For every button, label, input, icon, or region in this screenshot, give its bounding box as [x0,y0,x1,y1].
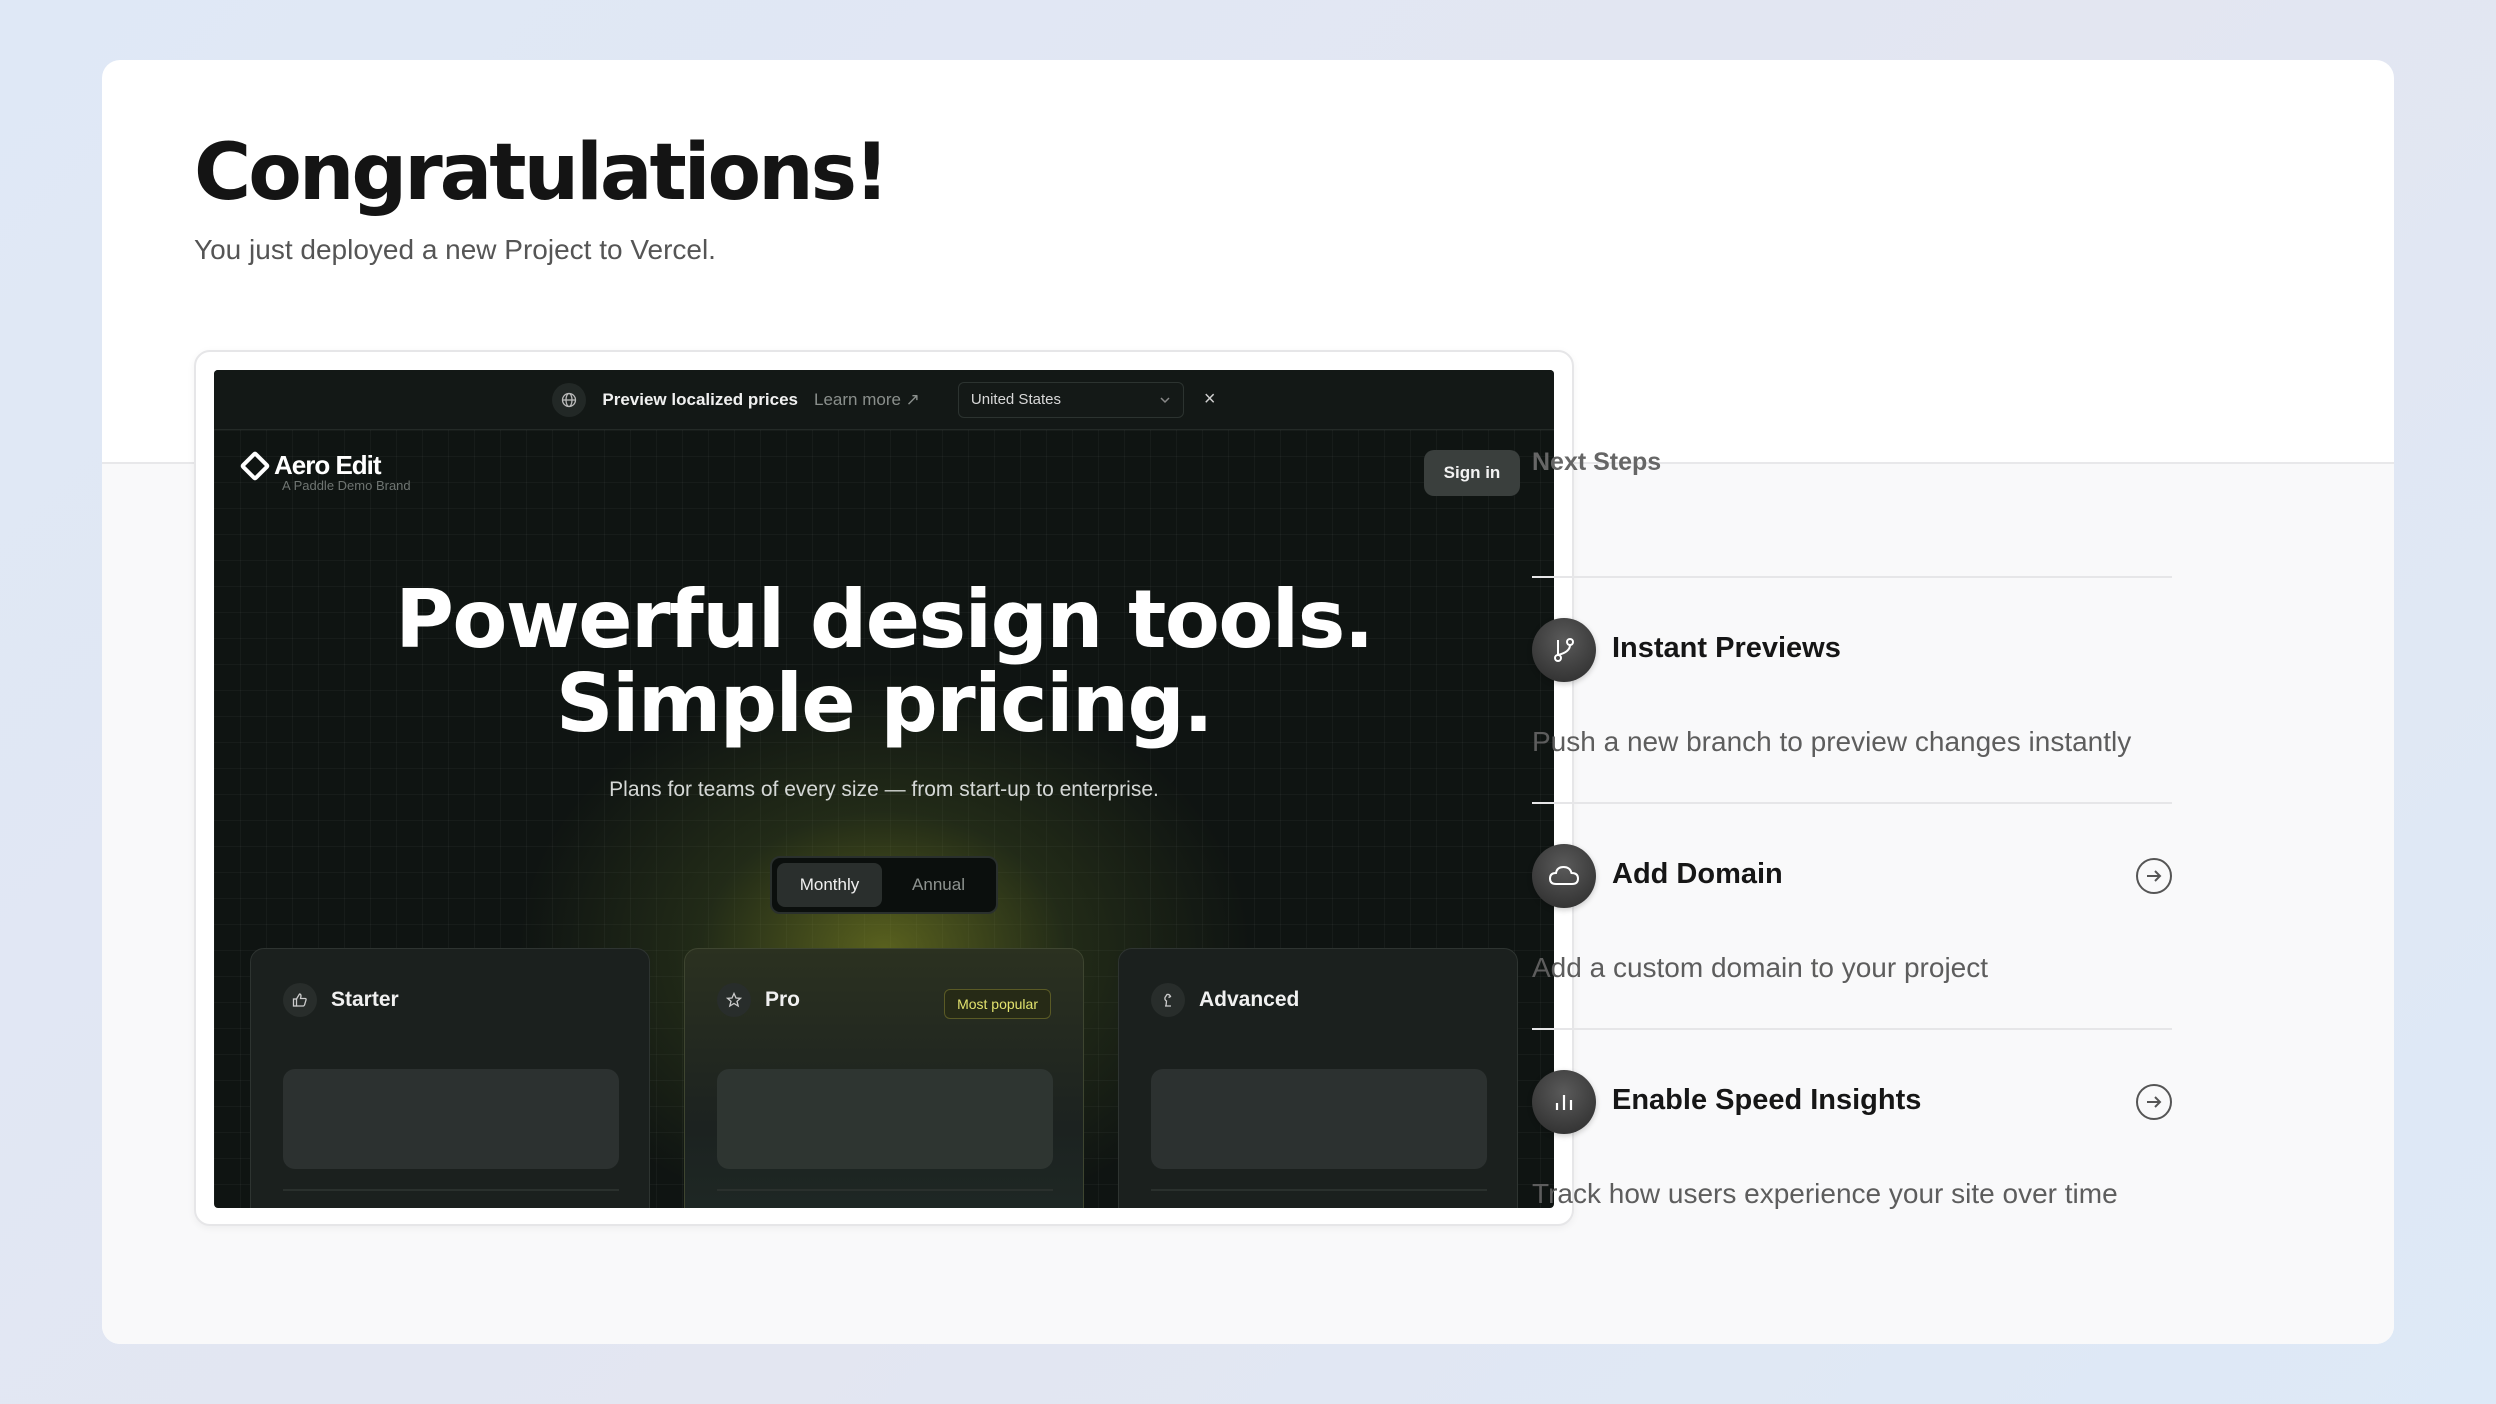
step-title: Enable Speed Insights [1612,1084,1922,1116]
plan-card-starter[interactable]: Starter [250,948,650,1208]
sign-in-button[interactable]: Sign in [1424,450,1520,496]
plan-price-placeholder [717,1069,1053,1169]
page-title: Congratulations! [194,128,890,218]
thumbs-up-icon [283,983,317,1017]
country-select[interactable]: United States [957,381,1184,418]
chess-icon [1151,983,1185,1017]
plan-name: Starter [331,988,399,1011]
plan-header: Advanced [1151,983,1299,1017]
plan-header: Starter [283,983,399,1017]
cloud-icon [1532,844,1596,908]
step-description: Add a custom domain to your project [1532,952,1989,983]
divider [1532,576,2172,578]
success-card: Congratulations! You just deployed a new… [102,60,2394,1344]
brand-logo-icon [239,449,271,482]
arrow-right-circle-icon[interactable] [2136,858,2172,894]
announcement-bar: Preview localized prices Learn more ↗ Un… [214,370,1554,430]
hero-title: Powerful design tools. Simple pricing. [214,578,1554,746]
divider [1532,802,2172,804]
learn-more-link[interactable]: Learn more ↗ [814,390,920,410]
plan-price-placeholder [283,1069,619,1169]
plan-card-advanced[interactable]: Advanced [1118,948,1518,1208]
divider [1532,1028,2172,1030]
deployment-preview[interactable]: Preview localized prices Learn more ↗ Un… [194,350,1574,1226]
step-title: Add Domain [1612,858,1783,890]
page-subtitle: You just deployed a new Project to Verce… [194,234,716,265]
step-description: Push a new branch to preview changes ins… [1532,726,2132,757]
annual-option[interactable]: Annual [886,863,991,907]
most-popular-badge: Most popular [944,989,1051,1019]
step-description: Track how users experience your site ove… [1532,1178,2118,1209]
hero-title-line-1: Powerful design tools. [395,573,1374,666]
monthly-option[interactable]: Monthly [777,863,882,907]
billing-toggle: Monthly Annual [770,856,998,914]
brand-tagline: A Paddle Demo Brand [282,478,411,493]
plan-name: Pro [765,988,801,1011]
arrow-right-circle-icon[interactable] [2136,1084,2172,1120]
close-icon[interactable]: × [1204,388,1216,411]
brand-name: Aero Edit [274,450,382,480]
plan-price-placeholder [1151,1069,1487,1169]
bar-chart-icon [1532,1070,1596,1134]
globe-icon [552,382,587,417]
star-icon [717,983,751,1017]
git-branch-icon [1532,618,1596,682]
country-select-value: United States [970,391,1061,408]
preview-screenshot[interactable]: Preview localized prices Learn more ↗ Un… [214,370,1554,1208]
plan-name: Advanced [1199,988,1300,1011]
plan-header: Pro [717,983,800,1017]
brand-logo[interactable]: Aero Edit [239,449,382,482]
hero-title-line-2: Simple pricing. [555,657,1214,750]
plan-divider [717,1189,1053,1191]
next-steps-title: Next Steps [1532,448,1662,476]
plan-divider [1151,1189,1487,1191]
plan-card-pro[interactable]: Pro Most popular [684,948,1084,1208]
announcement-text: Preview localized prices [602,389,798,409]
step-title: Instant Previews [1612,632,1841,664]
chevron-down-icon [1159,391,1171,408]
plan-divider [283,1189,619,1191]
hero-subtitle: Plans for teams of every size — from sta… [609,778,1159,801]
